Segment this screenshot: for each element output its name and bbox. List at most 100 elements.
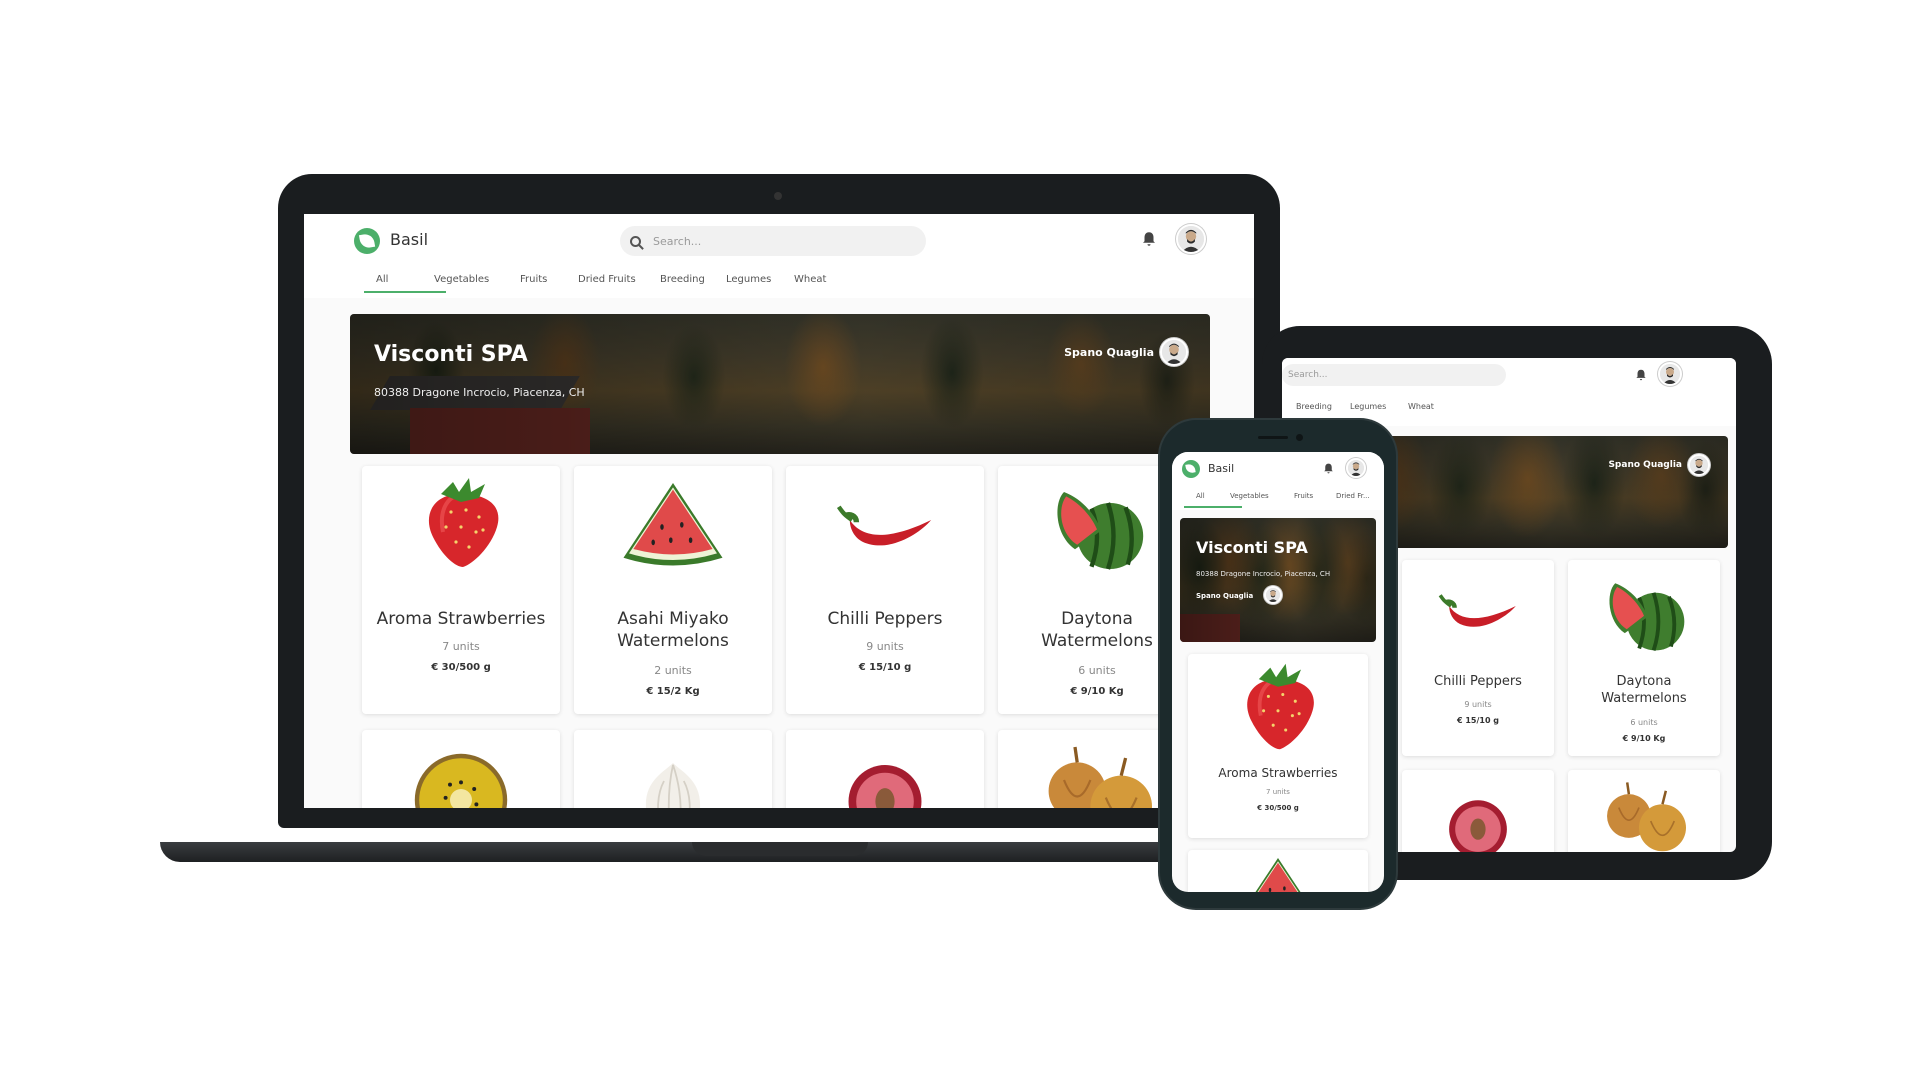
top-bar: Basil Search... All Vegetables Fruits Dr… — [304, 214, 1254, 298]
tablet-product-card[interactable]: Daytona Watermelons 6 units € 9/10 Kg — [1568, 560, 1720, 756]
farm-owner-avatar[interactable] — [1160, 338, 1188, 366]
tablet-notification-bell-icon[interactable] — [1634, 368, 1648, 382]
search-input[interactable]: Search... — [620, 226, 926, 256]
garlic-icon — [628, 740, 718, 808]
brand-name: Basil — [390, 230, 429, 249]
basil-logo-icon[interactable] — [354, 228, 380, 254]
phone-device: Basil All Vegetables Fruits Dried Fr... … — [1160, 420, 1396, 908]
watermelon-icon — [1037, 470, 1157, 580]
farm-address: 80388 Dragone Incrocio, Piacenza, CH — [374, 386, 585, 399]
farm-owner-name[interactable]: Spano Quaglia — [1064, 346, 1154, 359]
onion-icon — [1589, 774, 1699, 852]
phone-farm-banner: Visconti SPA 80388 Dragone Incrocio, Pia… — [1180, 518, 1376, 642]
phone-farm-name: Visconti SPA — [1196, 538, 1308, 557]
phone-farm-address: 80388 Dragone Incrocio, Piacenza, CH — [1196, 570, 1331, 578]
tab-all[interactable]: All — [364, 274, 446, 293]
product-name: Aroma Strawberries — [376, 609, 546, 629]
laptop-camera — [774, 192, 782, 200]
farm-banner: Visconti SPA 80388 Dragone Incrocio, Pia… — [350, 314, 1210, 454]
watermelon-icon — [1596, 564, 1692, 660]
phone-tab-vegetables[interactable]: Vegetables — [1230, 492, 1294, 500]
strawberry-icon — [1228, 658, 1328, 754]
laptop-hinge — [692, 842, 868, 856]
tab-fruits[interactable]: Fruits — [520, 274, 578, 285]
tablet-product-card[interactable]: Chilli Peppers 9 units € 15/10 g — [1402, 560, 1554, 756]
tablet-product-units: 9 units — [1464, 700, 1492, 709]
phone-tab-fruits[interactable]: Fruits — [1294, 492, 1336, 500]
strawberry-icon — [406, 472, 516, 572]
tablet-search-placeholder: Search... — [1288, 370, 1328, 380]
tab-legumes[interactable]: Legumes — [726, 274, 794, 285]
chilli-pepper-icon — [800, 476, 970, 586]
tablet-farm-owner-avatar[interactable] — [1688, 454, 1710, 476]
product-units: 9 units — [866, 640, 904, 653]
tablet-farm-owner-name[interactable]: Spano Quaglia — [1608, 460, 1682, 470]
tablet-tab-legumes[interactable]: Legumes — [1350, 402, 1408, 411]
watermelon-slice-icon — [1223, 850, 1333, 892]
kiwi-icon — [406, 734, 516, 808]
watermelon-slice-icon — [598, 472, 748, 582]
tablet-user-avatar[interactable] — [1658, 362, 1682, 386]
tablet-top-bar: Search... Breeding Legumes Wheat — [1282, 358, 1736, 426]
phone-product-card[interactable] — [1188, 850, 1368, 892]
product-price: € 15/10 g — [858, 662, 912, 673]
tablet-product-name: Daytona Watermelons — [1601, 674, 1687, 706]
tab-breeding[interactable]: Breeding — [660, 274, 726, 285]
tablet-tab-wheat[interactable]: Wheat — [1408, 402, 1448, 411]
phone-camera — [1296, 434, 1303, 441]
phone-brand-name: Basil — [1208, 462, 1235, 475]
laptop-device: Basil Search... All Vegetables Fruits Dr… — [278, 174, 1280, 828]
phone-tab-dried-fruits[interactable]: Dried Fr... — [1336, 492, 1376, 500]
phone-product-card[interactable]: Aroma Strawberries 7 units € 30/500 g — [1188, 654, 1368, 838]
phone-speaker — [1258, 436, 1288, 439]
plum-icon — [837, 740, 933, 808]
search-icon — [630, 235, 641, 247]
tab-vegetables[interactable]: Vegetables — [434, 274, 520, 285]
tablet-product-units: 6 units — [1630, 718, 1658, 727]
product-card[interactable]: Chilli Peppers 9 units € 15/10 g — [786, 466, 984, 714]
phone-top-bar: Basil All Vegetables Fruits Dried Fr... — [1172, 452, 1384, 510]
phone-tab-all[interactable]: All — [1184, 492, 1242, 508]
phone-farm-owner-name[interactable]: Spano Quaglia — [1196, 592, 1253, 600]
phone-product-price: € 30/500 g — [1257, 804, 1299, 812]
chilli-pepper-icon — [1413, 570, 1543, 660]
product-price: € 15/2 Kg — [646, 686, 700, 697]
category-tabs: All Vegetables Fruits Dried Fruits Breed… — [364, 274, 844, 293]
product-units: 2 units — [654, 664, 692, 677]
search-placeholder: Search... — [653, 234, 702, 248]
user-avatar[interactable] — [1176, 224, 1206, 254]
tab-dried-fruits[interactable]: Dried Fruits — [578, 274, 660, 285]
tablet-category-tabs: Breeding Legumes Wheat — [1296, 402, 1448, 411]
product-name: Asahi Miyako Watermelons — [617, 609, 729, 652]
phone-app: Basil All Vegetables Fruits Dried Fr... … — [1172, 452, 1384, 892]
product-price: € 30/500 g — [431, 662, 491, 673]
tablet-product-price: € 15/10 g — [1456, 716, 1500, 725]
phone-category-tabs: All Vegetables Fruits Dried Fr... — [1184, 492, 1376, 508]
product-card[interactable]: Aroma Strawberries 7 units € 30/500 g — [362, 466, 560, 714]
phone-product-name: Aroma Strawberries — [1218, 766, 1338, 780]
phone-product-units: 7 units — [1266, 788, 1290, 796]
onion-icon — [1027, 736, 1167, 808]
product-card[interactable] — [574, 730, 772, 808]
phone-screen: Basil All Vegetables Fruits Dried Fr... … — [1172, 452, 1384, 892]
notification-bell-icon[interactable] — [1140, 230, 1158, 248]
product-card[interactable]: Asahi Miyako Watermelons 2 units € 15/2 … — [574, 466, 772, 714]
tab-wheat[interactable]: Wheat — [794, 274, 844, 285]
plum-icon — [1440, 782, 1516, 852]
laptop-screen: Basil Search... All Vegetables Fruits Dr… — [304, 214, 1254, 808]
phone-user-avatar[interactable] — [1346, 458, 1366, 478]
product-card[interactable] — [362, 730, 560, 808]
tablet-product-name: Chilli Peppers — [1434, 674, 1522, 689]
phone-farm-owner-avatar[interactable] — [1264, 586, 1282, 604]
phone-basil-logo-icon[interactable] — [1182, 460, 1200, 478]
tablet-product-price: € 9/10 Kg — [1622, 734, 1666, 743]
phone-notification-bell-icon[interactable] — [1322, 462, 1335, 475]
farm-name: Visconti SPA — [374, 342, 528, 367]
tablet-search-input[interactable]: Search... — [1282, 364, 1506, 386]
tablet-product-card[interactable] — [1402, 770, 1554, 852]
tablet-product-card[interactable] — [1568, 770, 1720, 852]
tablet-tab-breeding[interactable]: Breeding — [1296, 402, 1350, 411]
product-units: 7 units — [442, 640, 480, 653]
product-name: Chilli Peppers — [827, 609, 943, 629]
product-card[interactable] — [786, 730, 984, 808]
